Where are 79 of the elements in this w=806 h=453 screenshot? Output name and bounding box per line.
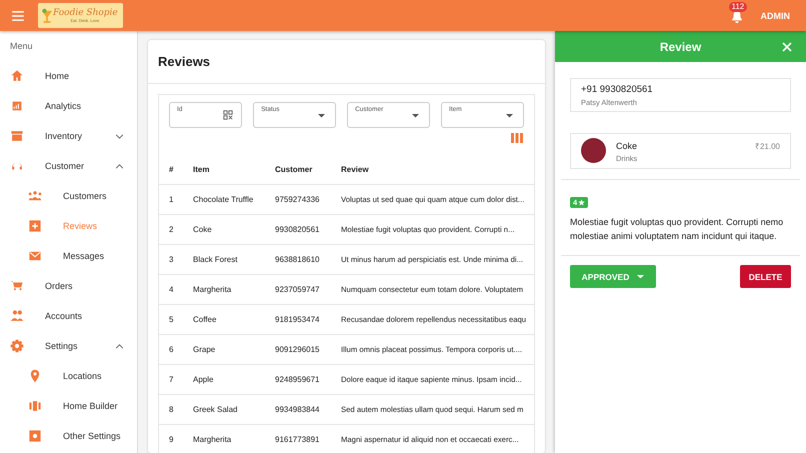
box-icon (10, 129, 24, 143)
nav-item[interactable]: Settings (45, 341, 115, 351)
star-icon (578, 199, 586, 206)
nav-item[interactable]: Inventory (45, 131, 115, 141)
nav-item[interactable]: Locations (63, 371, 137, 381)
customer-phone: +91 9930820561 (581, 84, 654, 95)
table-cell: Grape (193, 345, 216, 354)
column-header: Item (193, 165, 210, 174)
drink-icon (41, 6, 53, 24)
notification-count: 112 (728, 2, 748, 12)
nav-item[interactable]: Home Builder (63, 401, 137, 411)
table-cell: Margherita (193, 435, 232, 444)
menu-icon[interactable] (12, 10, 24, 20)
caret-icon (637, 274, 644, 278)
item-name: Coke (616, 141, 638, 151)
table-cell: Greek Salad (193, 405, 238, 414)
chart-icon (10, 99, 24, 113)
caret-icon (412, 114, 420, 118)
item-price: ₹21.00 (754, 141, 780, 151)
caret-icon (318, 114, 326, 118)
product-photo-placeholder (581, 138, 606, 163)
table-cell: 9 (169, 435, 174, 444)
table-cell: 4 (169, 285, 174, 294)
page-title: Reviews (148, 40, 545, 84)
caret-icon (506, 114, 513, 118)
nav-item[interactable]: Home (45, 71, 137, 81)
table-cell: 9091296015 (275, 345, 320, 354)
qr-code-icon[interactable] (223, 110, 234, 120)
blocks-icon (28, 399, 42, 413)
table-cell: 9248959671 (275, 375, 320, 384)
table-cell: 5 (169, 315, 174, 324)
nav-item[interactable]: Other Settings (63, 431, 137, 441)
table-cell: 1 (169, 195, 174, 204)
table-cell: 6 (169, 345, 174, 354)
cart-icon (10, 279, 24, 293)
chevron-up-icon[interactable] (115, 164, 124, 168)
pin-icon (28, 369, 42, 383)
delete-button[interactable]: DELETE (740, 265, 791, 288)
nav-item[interactable]: Orders (45, 281, 137, 291)
chevron-down-icon[interactable] (115, 134, 124, 138)
plus-icon (28, 219, 42, 233)
sidebar-heading: Menu (9, 41, 34, 53)
table-cell: Chocolate Truffle (193, 195, 254, 204)
nav-item[interactable]: Analytics (45, 101, 137, 111)
table-cell: 3 (169, 255, 174, 264)
table-cell: 9161773891 (275, 435, 320, 444)
chevron-up-icon[interactable] (115, 344, 124, 348)
column-header: # (169, 165, 174, 174)
nav-item[interactable]: Accounts (45, 311, 137, 321)
nav-item[interactable]: Messages (63, 251, 137, 261)
table-cell: 8 (169, 405, 174, 414)
table-cell: Coffee (193, 315, 216, 324)
mail-icon (28, 249, 42, 263)
table-cell: 2 (169, 225, 174, 234)
people-icon (10, 309, 24, 323)
table-cell: Margherita (193, 285, 232, 294)
table-cell: Black Forest (193, 255, 238, 264)
home-icon (10, 69, 24, 83)
table-cell: Coke (193, 225, 212, 234)
drawer-title: Review (660, 40, 702, 54)
table-cell: 9759274336 (275, 195, 320, 204)
table-cell: 9237059747 (275, 285, 320, 294)
table-cell: Apple (193, 375, 214, 384)
group-icon (28, 189, 42, 203)
table-cell: 9934983844 (275, 405, 320, 414)
column-header: Review (341, 165, 369, 174)
table-cell: 9930820561 (275, 225, 320, 234)
table-cell: 9638818610 (275, 255, 320, 264)
nav-item[interactable]: Customers (63, 191, 137, 201)
column-header: Customer (275, 165, 312, 174)
close-icon[interactable] (782, 42, 792, 52)
columns-icon[interactable] (511, 133, 523, 143)
review-text: Molestiae fugit voluptas quo provident. Corrupti nemo molestiae animi voluptatem nam incidunt qui itaque. (570, 216, 784, 243)
nav-item[interactable]: Customer (45, 161, 115, 171)
table-cell: 7 (169, 375, 174, 384)
table-cell: 9181953474 (275, 315, 320, 324)
bell-icon[interactable] (730, 10, 742, 24)
gear-icon (10, 339, 24, 353)
logo-title: Foodie Shopie (53, 8, 118, 18)
